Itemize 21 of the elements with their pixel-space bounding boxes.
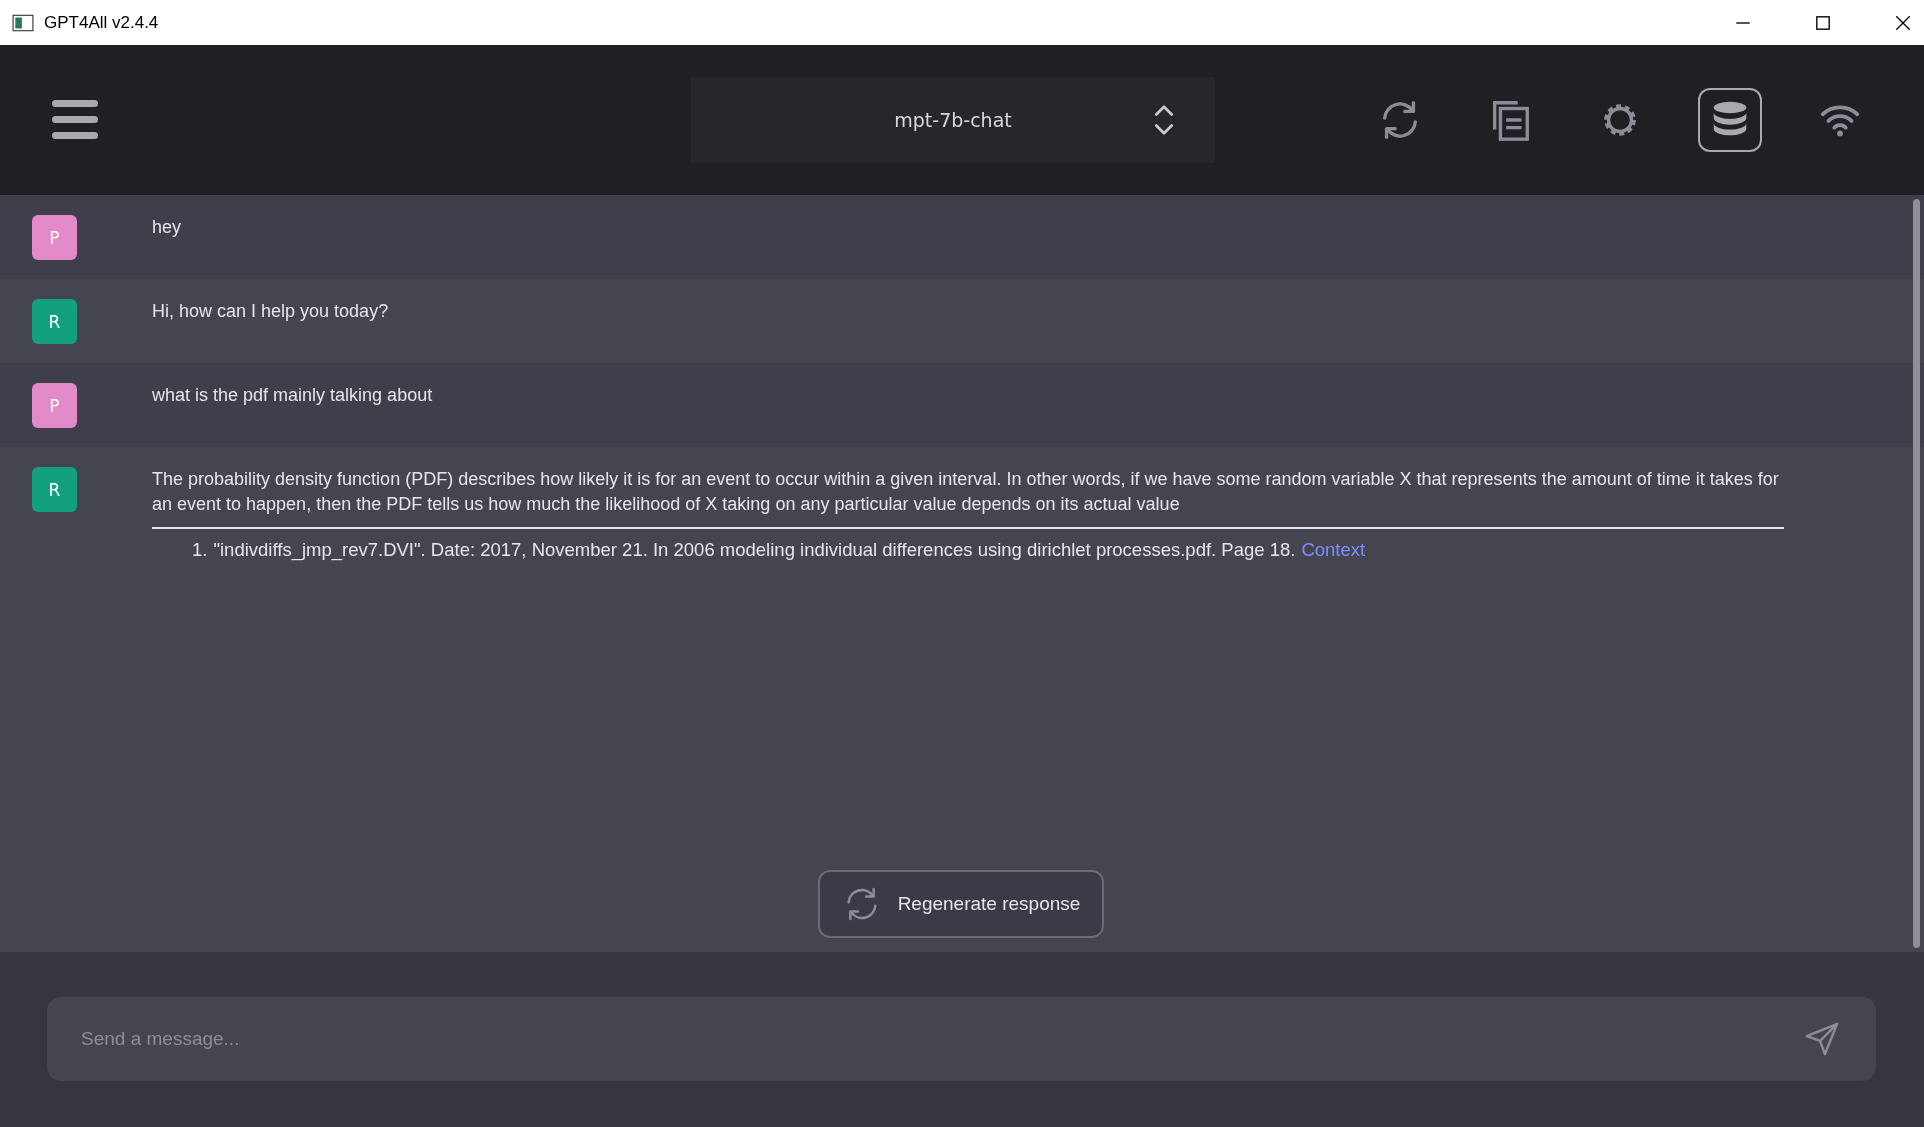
message-input[interactable]: Send a message... xyxy=(47,997,1876,1081)
scrollbar[interactable] xyxy=(1913,199,1920,948)
maximize-icon[interactable] xyxy=(1814,13,1832,32)
app-icon xyxy=(12,13,34,32)
message-text: The probability density function (PDF) describes how likely it is for an event to occur within a given interval. In other words, if we have some random variable X that represents the amount of time it takes for an event to happen, then the PDF tells us how much the likelihood of X taking on any particular value depends on its actual value xyxy=(152,468,1780,516)
message-text: hey xyxy=(152,216,183,239)
message-text: Hi, how can I help you today? xyxy=(152,300,390,323)
avatar: P xyxy=(32,383,77,428)
avatar: R xyxy=(32,467,77,512)
send-icon[interactable] xyxy=(1803,1020,1841,1058)
close-icon[interactable] xyxy=(1894,13,1912,32)
reference-text: "indivdiffs_jmp_rev7.DVI". Date: 2017, November 21. In 2006 modeling individual differences using dirichlet processes.pdf. Page 18. xyxy=(213,539,1296,561)
chevron-up-down-icon xyxy=(1153,102,1175,138)
avatar: R xyxy=(32,299,77,344)
window-title: GPT4All v2.4.4 xyxy=(44,12,159,33)
message-text: what is the pdf mainly talking about xyxy=(152,384,434,407)
reference-number: 1. xyxy=(192,539,208,561)
model-selector[interactable]: mpt-7b-chat xyxy=(691,77,1215,163)
avatar: P xyxy=(32,215,77,260)
database-icon[interactable] xyxy=(1698,88,1762,152)
regenerate-button[interactable]: Regenerate response xyxy=(817,870,1105,938)
